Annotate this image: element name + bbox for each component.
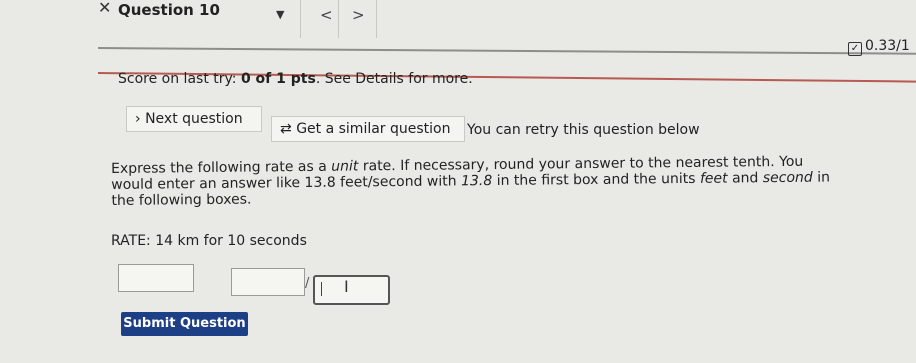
- ibeam-cursor-icon: I: [344, 277, 349, 296]
- check-box-icon: ✓: [848, 42, 862, 56]
- rate-statement: RATE: 14 km for 10 seconds: [111, 233, 307, 249]
- question-title[interactable]: Question 10: [118, 1, 220, 19]
- swap-icon: ⇄: [280, 121, 292, 137]
- question-header: ✕ Question 10 ▼ < >: [0, 0, 916, 40]
- score-badge[interactable]: ✓ 0.33/1: [848, 38, 910, 56]
- header-rule: [97, 47, 916, 55]
- similar-question-button[interactable]: ⇄ Get a similar question: [271, 116, 465, 142]
- submit-question-button[interactable]: Submit Question: [121, 312, 248, 336]
- divider: [338, 0, 339, 38]
- divider: [376, 0, 377, 38]
- retry-note: You can retry this question below: [467, 122, 700, 138]
- previous-question-button[interactable]: <: [320, 6, 333, 24]
- unit-emphasis: unit: [331, 158, 359, 175]
- question-dropdown-icon[interactable]: ▼: [276, 8, 284, 21]
- similar-question-label: Get a similar question: [296, 121, 451, 137]
- unit-denominator-input[interactable]: [313, 275, 390, 305]
- unit-slash: /: [305, 276, 310, 291]
- unit-numerator-input[interactable]: [231, 268, 305, 296]
- next-question-arrow-button[interactable]: >: [352, 6, 365, 24]
- text-cursor: [321, 282, 322, 296]
- next-question-label: Next question: [145, 111, 243, 127]
- last-try-status: Score on last try: 0 of 1 pts. See Detai…: [118, 71, 473, 87]
- close-icon[interactable]: ✕: [98, 0, 111, 17]
- divider: [300, 0, 301, 38]
- next-question-button[interactable]: › Next question: [126, 106, 262, 132]
- last-try-score: 0 of 1 pts: [240, 71, 316, 87]
- answer-value-input[interactable]: [118, 264, 194, 292]
- question-prompt: Express the following rate as a unit rat…: [111, 153, 831, 209]
- chevron-right-icon: ›: [135, 111, 141, 127]
- score-value: 0.33/1: [865, 38, 910, 54]
